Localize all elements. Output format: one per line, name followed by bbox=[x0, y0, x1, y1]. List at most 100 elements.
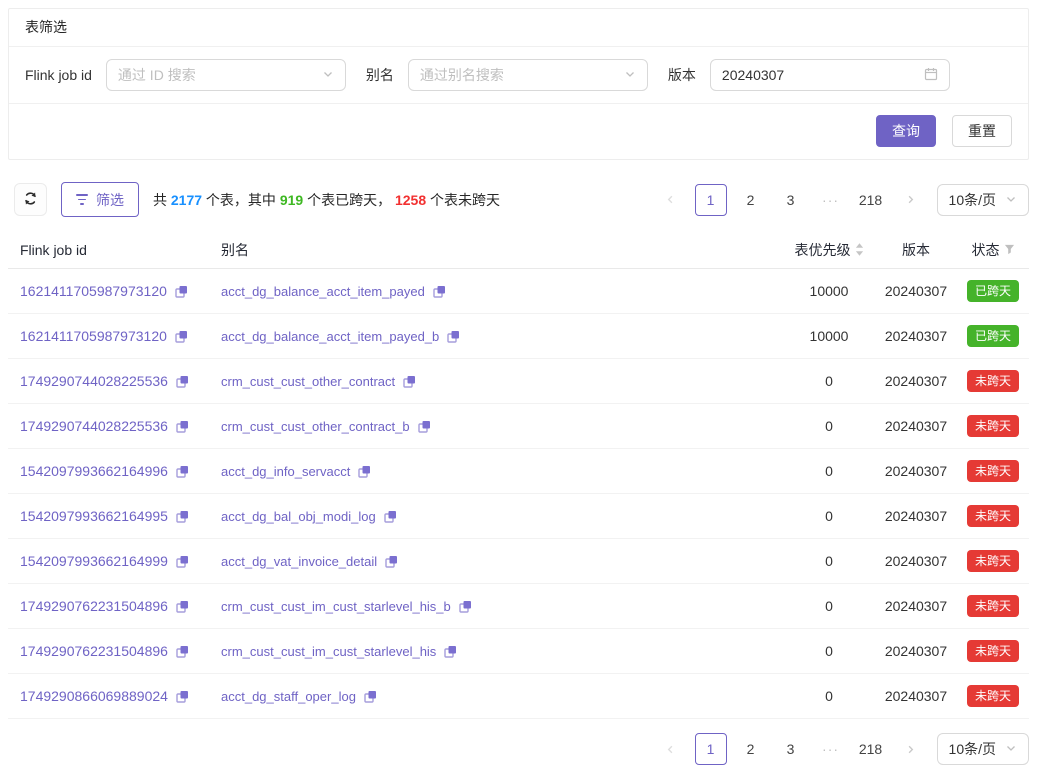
reset-button[interactable]: 重置 bbox=[952, 115, 1012, 147]
alias-link[interactable]: acct_dg_bal_obj_modi_log bbox=[221, 509, 397, 524]
flink-job-id-link[interactable]: 1621411705987973120 bbox=[20, 283, 188, 299]
alias-select[interactable]: 通过别名搜索 bbox=[408, 59, 648, 91]
priority-cell: 0 bbox=[783, 418, 875, 434]
alias-link[interactable]: acct_dg_balance_acct_item_payed_b bbox=[221, 329, 460, 344]
table-body: 1621411705987973120 acct_dg_balance_acct… bbox=[8, 269, 1029, 719]
copy-icon[interactable] bbox=[403, 375, 416, 388]
flink-job-id-cell: 1749290762231504896 bbox=[8, 598, 213, 614]
alias-link[interactable]: acct_dg_vat_invoice_detail bbox=[221, 554, 398, 569]
copy-icon[interactable] bbox=[176, 645, 189, 658]
alias-cell: crm_cust_cust_im_cust_starlevel_his bbox=[213, 643, 783, 659]
flink-job-id-link[interactable]: 1749290762231504896 bbox=[20, 598, 189, 614]
search-button[interactable]: 查询 bbox=[876, 115, 936, 147]
table-row: 1749290744028225536 crm_cust_cust_other_… bbox=[8, 404, 1029, 449]
flink-job-id-link[interactable]: 1749290744028225536 bbox=[20, 373, 189, 389]
column-header-status[interactable]: 状态 bbox=[957, 240, 1029, 260]
copy-icon[interactable] bbox=[176, 600, 189, 613]
alias-link[interactable]: acct_dg_staff_oper_log bbox=[221, 689, 377, 704]
filter-card: 表筛选 Flink job id 通过 ID 搜索 别名 通过别名搜索 bbox=[8, 8, 1029, 160]
field-flink-job-id: Flink job id 通过 ID 搜索 bbox=[25, 59, 346, 91]
page-button-last[interactable]: 218 bbox=[855, 184, 887, 216]
filter-funnel-icon[interactable] bbox=[1004, 242, 1015, 258]
page-size-label: 10条/页 bbox=[949, 739, 996, 759]
copy-icon[interactable] bbox=[364, 690, 377, 703]
filter-panel-button[interactable]: 筛选 bbox=[61, 182, 139, 217]
copy-icon[interactable] bbox=[176, 510, 189, 523]
version-date-input[interactable]: 20240307 bbox=[710, 59, 950, 91]
copy-icon[interactable] bbox=[176, 555, 189, 568]
filter-button-label: 筛选 bbox=[96, 190, 124, 210]
page-button-2[interactable]: 2 bbox=[735, 184, 767, 216]
prev-page-button[interactable] bbox=[655, 184, 687, 216]
copy-icon[interactable] bbox=[447, 330, 460, 343]
copy-icon[interactable] bbox=[176, 690, 189, 703]
status-cell: 未跨天 bbox=[957, 370, 1029, 392]
page-size-select[interactable]: 10条/页 bbox=[937, 733, 1029, 765]
table-row: 1542097993662164995 acct_dg_bal_obj_modi… bbox=[8, 494, 1029, 539]
bottom-bar: 1 2 3 ··· 218 10条/页 bbox=[8, 733, 1029, 775]
next-page-button[interactable] bbox=[895, 733, 927, 765]
alias-cell: acct_dg_bal_obj_modi_log bbox=[213, 508, 783, 524]
version-cell: 20240307 bbox=[875, 418, 957, 434]
status-cell: 未跨天 bbox=[957, 550, 1029, 572]
chevron-down-icon bbox=[624, 67, 636, 83]
column-header-priority[interactable]: 表优先级 bbox=[783, 240, 875, 260]
next-page-button[interactable] bbox=[895, 184, 927, 216]
status-cell: 未跨天 bbox=[957, 505, 1029, 527]
alias-label: 别名 bbox=[366, 65, 394, 85]
status-badge: 已跨天 bbox=[967, 325, 1019, 347]
page-button-last[interactable]: 218 bbox=[855, 733, 887, 765]
copy-icon[interactable] bbox=[385, 555, 398, 568]
table-row: 1542097993662164999 acct_dg_vat_invoice_… bbox=[8, 539, 1029, 584]
page-ellipsis[interactable]: ··· bbox=[815, 184, 847, 216]
sort-icon[interactable] bbox=[855, 243, 864, 256]
column-header-version: 版本 bbox=[875, 240, 957, 260]
page-ellipsis[interactable]: ··· bbox=[815, 733, 847, 765]
alias-link[interactable]: acct_dg_balance_acct_item_payed bbox=[221, 284, 446, 299]
copy-icon[interactable] bbox=[358, 465, 371, 478]
flink-job-id-link[interactable]: 1749290744028225536 bbox=[20, 418, 189, 434]
flink-job-id-select[interactable]: 通过 ID 搜索 bbox=[106, 59, 346, 91]
refresh-button[interactable] bbox=[14, 183, 47, 216]
status-badge: 未跨天 bbox=[967, 595, 1019, 617]
table-row: 1749290762231504896 crm_cust_cust_im_cus… bbox=[8, 584, 1029, 629]
page-size-select[interactable]: 10条/页 bbox=[937, 184, 1029, 216]
page-button-2[interactable]: 2 bbox=[735, 733, 767, 765]
copy-icon[interactable] bbox=[444, 645, 457, 658]
copy-icon[interactable] bbox=[176, 465, 189, 478]
flink-job-id-cell: 1749290744028225536 bbox=[8, 373, 213, 389]
summary-crossed-count: 919 bbox=[280, 192, 303, 208]
status-badge: 未跨天 bbox=[967, 550, 1019, 572]
copy-icon[interactable] bbox=[176, 420, 189, 433]
flink-job-id-link[interactable]: 1542097993662164996 bbox=[20, 463, 189, 479]
page-button-1[interactable]: 1 bbox=[695, 184, 727, 216]
alias-cell: crm_cust_cust_im_cust_starlevel_his_b bbox=[213, 598, 783, 614]
alias-cell: acct_dg_balance_acct_item_payed_b bbox=[213, 328, 783, 344]
flink-job-id-link[interactable]: 1749290866069889024 bbox=[20, 688, 189, 704]
flink-job-id-link[interactable]: 1542097993662164995 bbox=[20, 508, 189, 524]
flink-job-id-cell: 1749290762231504896 bbox=[8, 643, 213, 659]
flink-job-id-link[interactable]: 1621411705987973120 bbox=[20, 328, 188, 344]
alias-link[interactable]: crm_cust_cust_im_cust_starlevel_his bbox=[221, 644, 457, 659]
copy-icon[interactable] bbox=[433, 285, 446, 298]
column-header-id: Flink job id bbox=[8, 242, 213, 258]
page-button-3[interactable]: 3 bbox=[775, 184, 807, 216]
filter-lines-icon bbox=[76, 194, 88, 204]
copy-icon[interactable] bbox=[384, 510, 397, 523]
copy-icon[interactable] bbox=[418, 420, 431, 433]
alias-link[interactable]: crm_cust_cust_im_cust_starlevel_his_b bbox=[221, 599, 472, 614]
flink-job-id-link[interactable]: 1749290762231504896 bbox=[20, 643, 189, 659]
alias-link[interactable]: crm_cust_cust_other_contract_b bbox=[221, 419, 431, 434]
copy-icon[interactable] bbox=[459, 600, 472, 613]
prev-page-button[interactable] bbox=[655, 733, 687, 765]
copy-icon[interactable] bbox=[175, 285, 188, 298]
copy-icon[interactable] bbox=[175, 330, 188, 343]
alias-link[interactable]: acct_dg_info_servacct bbox=[221, 464, 371, 479]
page-button-3[interactable]: 3 bbox=[775, 733, 807, 765]
copy-icon[interactable] bbox=[176, 375, 189, 388]
page-button-1[interactable]: 1 bbox=[695, 733, 727, 765]
flink-job-id-link[interactable]: 1542097993662164999 bbox=[20, 553, 189, 569]
alias-link[interactable]: crm_cust_cust_other_contract bbox=[221, 374, 416, 389]
version-cell: 20240307 bbox=[875, 553, 957, 569]
flink-job-id-placeholder: 通过 ID 搜索 bbox=[118, 65, 322, 85]
